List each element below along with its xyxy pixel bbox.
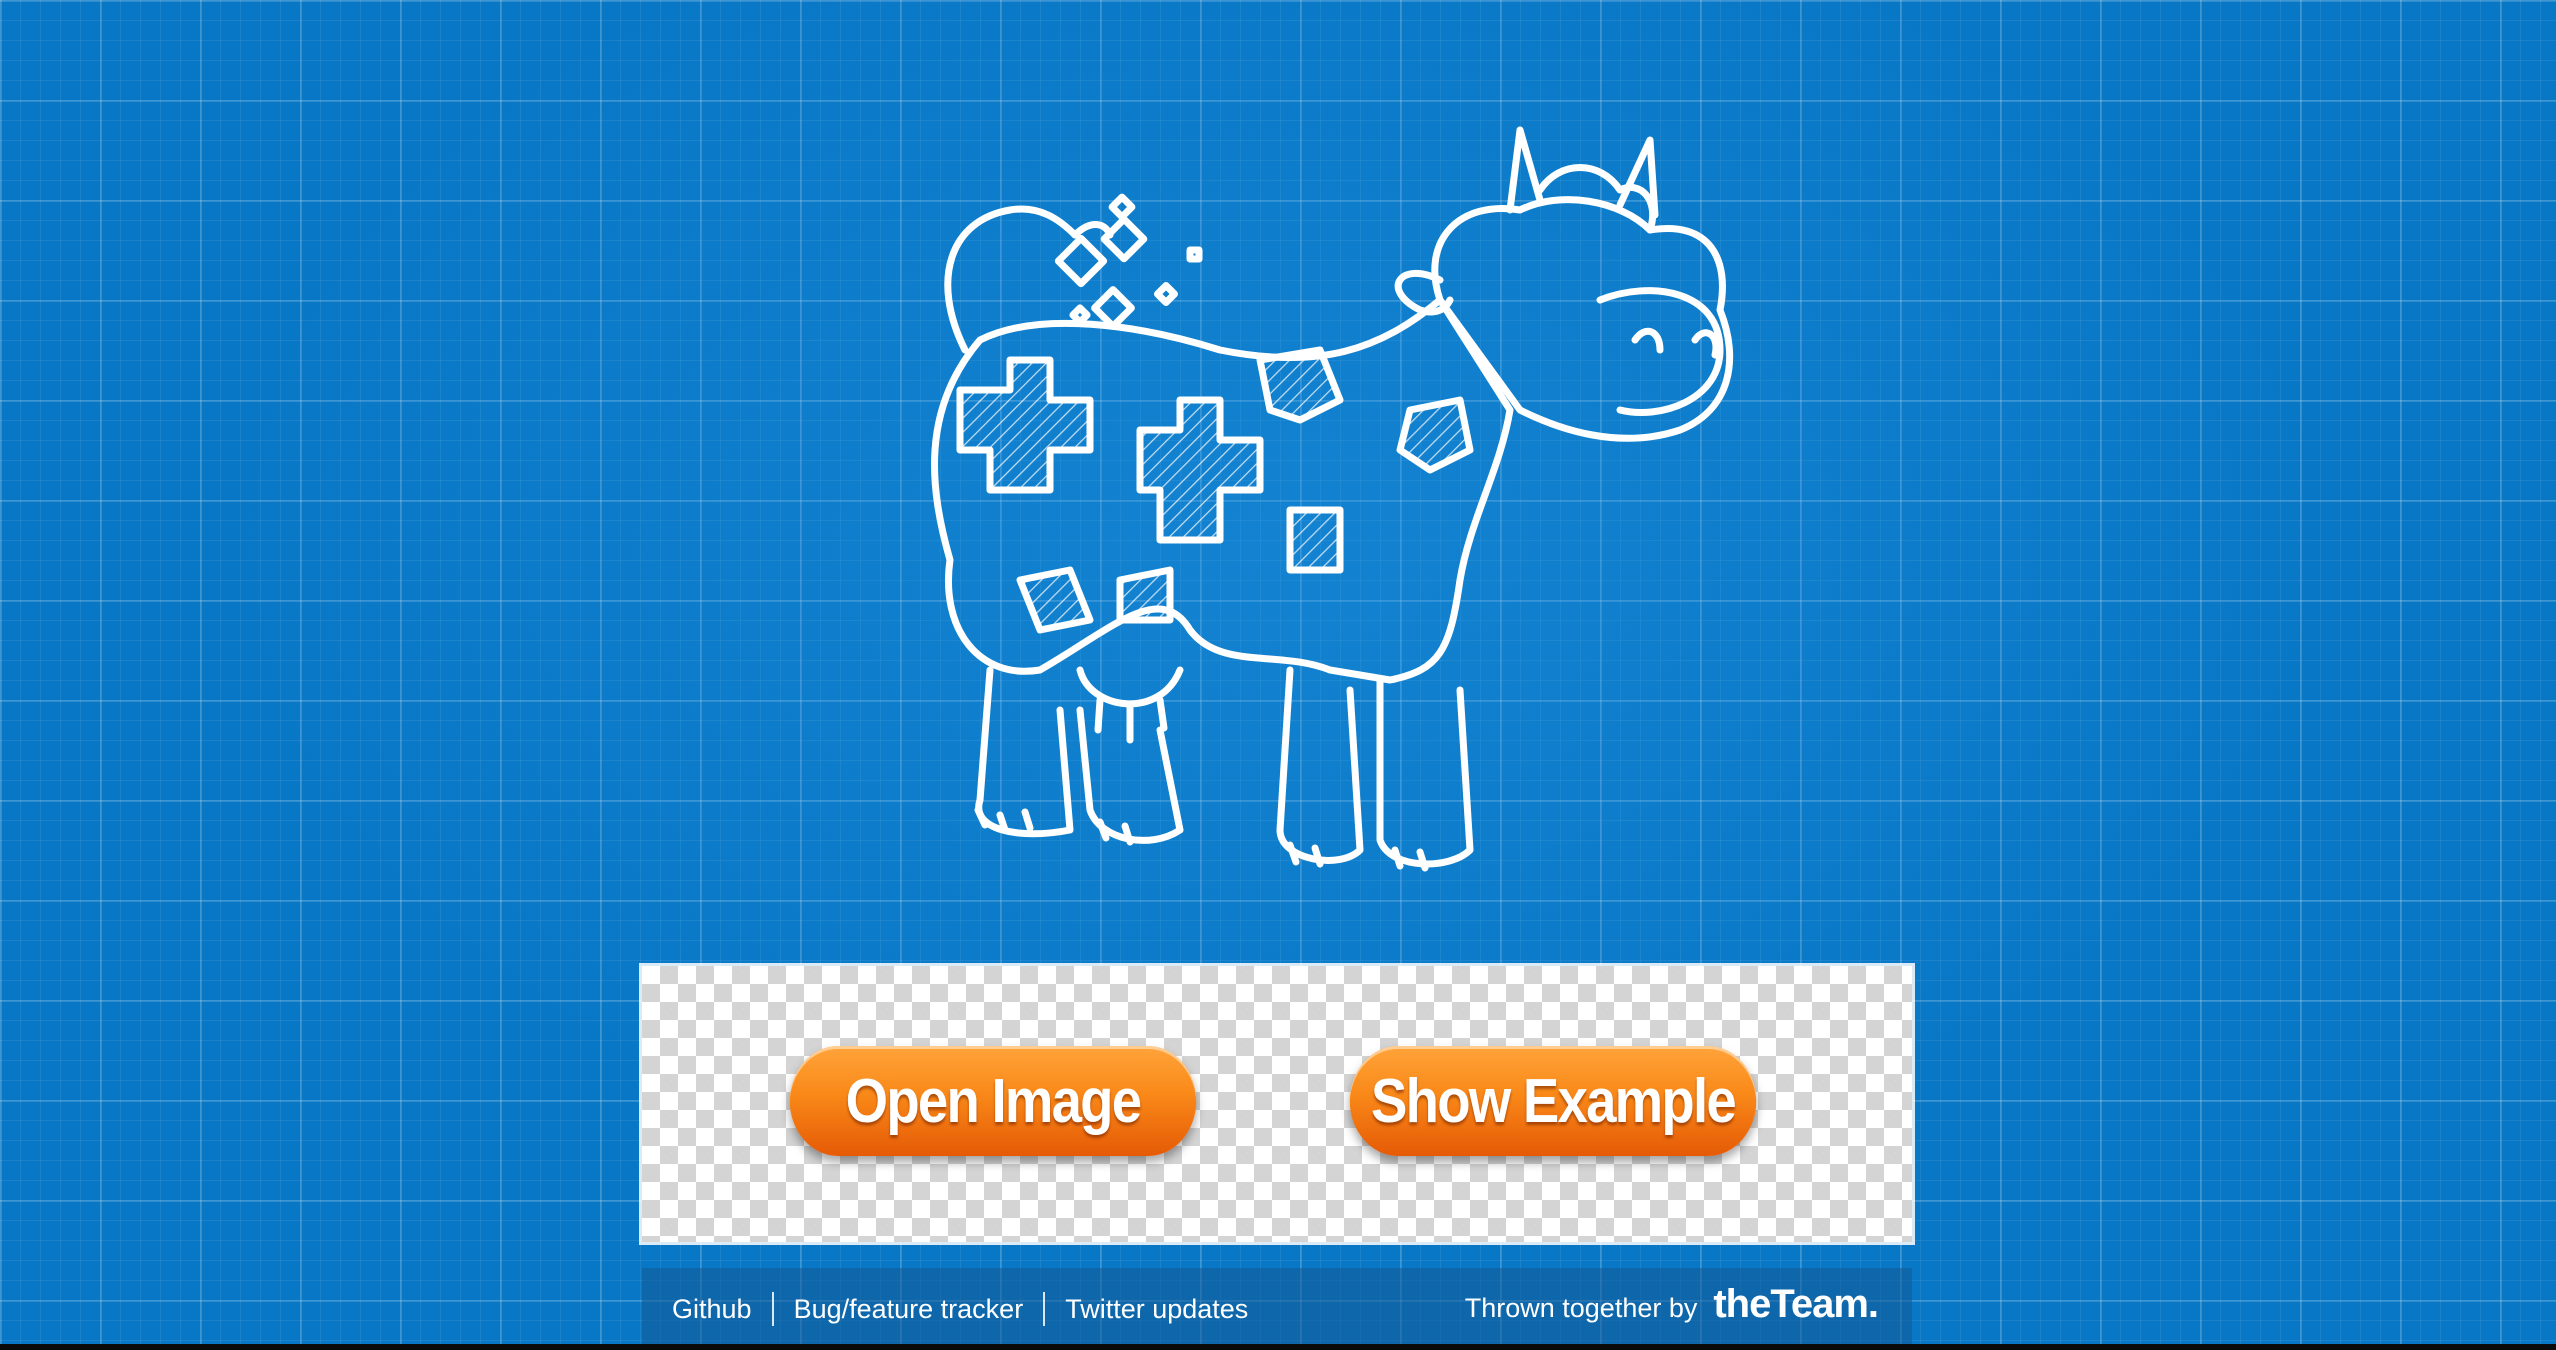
github-link[interactable]: Github: [672, 1294, 752, 1325]
open-image-button[interactable]: Open Image: [789, 1046, 1197, 1156]
twitter-updates-link[interactable]: Twitter updates: [1065, 1294, 1248, 1325]
divider: [771, 1292, 774, 1326]
footer-links: Github Bug/feature tracker Twitter updat…: [672, 1292, 1248, 1326]
footer: Github Bug/feature tracker Twitter updat…: [642, 1268, 1912, 1350]
divider: [1043, 1292, 1046, 1326]
image-drop-area[interactable]: Open Image Show Example: [642, 966, 1912, 1242]
credit: Thrown together by theTeam.: [1464, 1282, 1879, 1327]
bug-tracker-link[interactable]: Bug/feature tracker: [794, 1294, 1024, 1325]
credit-label: Thrown together by: [1464, 1293, 1698, 1323]
bottom-edge: [0, 1344, 2556, 1350]
show-example-button[interactable]: Show Example: [1349, 1046, 1757, 1156]
theteam-logo-link[interactable]: theTeam.: [1713, 1282, 1879, 1327]
cow-mascot-icon: [860, 110, 1780, 910]
